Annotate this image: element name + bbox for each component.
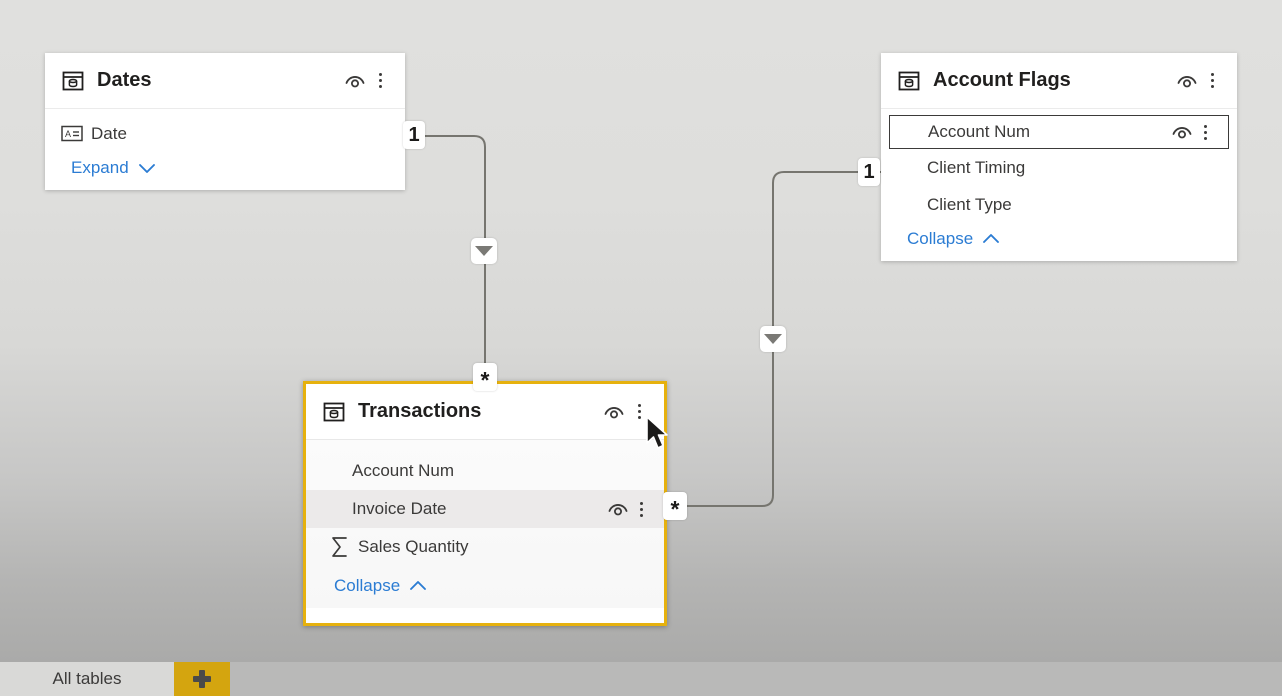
chevron-down-icon bbox=[138, 162, 156, 174]
field-row-sales-quantity[interactable]: Sales Quantity bbox=[306, 528, 664, 566]
expand-toggle-dates[interactable]: Expand bbox=[45, 152, 405, 190]
add-layout-button[interactable] bbox=[174, 662, 230, 696]
table-header-actions[interactable] bbox=[343, 71, 391, 91]
hide-eye-icon[interactable] bbox=[602, 402, 626, 422]
chevron-up-icon bbox=[982, 233, 1000, 245]
field-label: Invoice Date bbox=[352, 499, 447, 518]
collapse-toggle-label: Collapse bbox=[907, 229, 974, 248]
table-header-dates[interactable]: Dates bbox=[45, 53, 405, 109]
chevron-up-icon bbox=[409, 580, 427, 592]
table-card-account-flags[interactable]: Account Flags Account Num Client Timing … bbox=[881, 53, 1237, 261]
expand-toggle-label: Expand bbox=[71, 158, 129, 177]
triangle-down-glyph bbox=[475, 246, 493, 256]
table-icon bbox=[322, 400, 346, 424]
collapse-toggle-transactions[interactable]: Collapse bbox=[306, 566, 664, 608]
hide-eye-icon[interactable] bbox=[343, 71, 367, 91]
field-row[interactable]: Client Type bbox=[881, 186, 1237, 223]
relationship-cardinality-many-account-flags[interactable]: * bbox=[663, 492, 687, 520]
more-options-icon[interactable] bbox=[628, 404, 650, 419]
more-options-icon[interactable] bbox=[369, 73, 391, 88]
bottom-tab-bar[interactable]: All tables bbox=[0, 662, 1282, 696]
filter-arrow-down-icon-dates[interactable] bbox=[471, 238, 497, 264]
table-icon bbox=[61, 69, 85, 93]
relationship-cardinality-one-dates[interactable]: 1 bbox=[403, 121, 425, 149]
hide-eye-icon[interactable] bbox=[1170, 122, 1194, 142]
table-fields-dates: A Date Expand bbox=[45, 109, 405, 190]
triangle-down-glyph bbox=[764, 334, 782, 344]
field-label: Account Num bbox=[928, 122, 1031, 141]
field-row-account-num[interactable]: Account Num bbox=[889, 115, 1229, 149]
hide-eye-icon[interactable] bbox=[1175, 71, 1199, 91]
plus-icon bbox=[193, 670, 211, 688]
table-header-account-flags[interactable]: Account Flags bbox=[881, 53, 1237, 109]
tab-all-tables[interactable]: All tables bbox=[0, 662, 174, 696]
field-label: Client Timing bbox=[927, 157, 1026, 177]
svg-text:A: A bbox=[65, 129, 71, 139]
table-icon bbox=[897, 69, 921, 93]
table-card-transactions[interactable]: Transactions Account Num Invoice Date Sa… bbox=[303, 381, 667, 626]
table-fields-account-flags: Account Num Client Timing Client Type Co… bbox=[881, 109, 1237, 261]
table-title: Dates bbox=[97, 69, 152, 91]
field-row[interactable]: Client Timing bbox=[881, 149, 1237, 186]
sigma-icon bbox=[330, 536, 350, 558]
field-label: Account Num bbox=[352, 461, 455, 480]
field-row[interactable]: A Date bbox=[45, 115, 405, 152]
table-title: Transactions bbox=[358, 400, 482, 422]
model-view-canvas[interactable]: 1 * 1 * Dates A Date Expand Account Flag… bbox=[0, 0, 1282, 662]
field-row[interactable]: Account Num bbox=[306, 452, 664, 490]
table-header-actions[interactable] bbox=[1175, 71, 1223, 91]
hide-eye-icon[interactable] bbox=[606, 499, 630, 519]
filter-arrow-down-icon-account-flags[interactable] bbox=[760, 326, 786, 352]
table-title: Account Flags bbox=[933, 69, 1071, 91]
collapse-toggle-label: Collapse bbox=[334, 576, 401, 595]
more-options-icon[interactable] bbox=[1194, 124, 1216, 140]
field-label: Date bbox=[91, 123, 127, 143]
relationship-cardinality-one-account-flags[interactable]: 1 bbox=[858, 158, 880, 186]
field-row-invoice-date[interactable]: Invoice Date bbox=[306, 490, 664, 528]
table-card-dates[interactable]: Dates A Date Expand bbox=[45, 53, 405, 190]
relationship-cardinality-many-dates[interactable]: * bbox=[473, 363, 497, 391]
more-options-icon[interactable] bbox=[1201, 73, 1223, 88]
field-label: Client Type bbox=[927, 194, 1012, 214]
collapse-toggle-account-flags[interactable]: Collapse bbox=[881, 223, 1237, 261]
text-field-icon: A bbox=[61, 125, 83, 142]
table-fields-transactions: Account Num Invoice Date Sales Quantity … bbox=[306, 440, 664, 608]
table-header-actions[interactable] bbox=[602, 402, 650, 422]
field-label: Sales Quantity bbox=[358, 537, 469, 556]
more-options-icon[interactable] bbox=[630, 501, 652, 517]
